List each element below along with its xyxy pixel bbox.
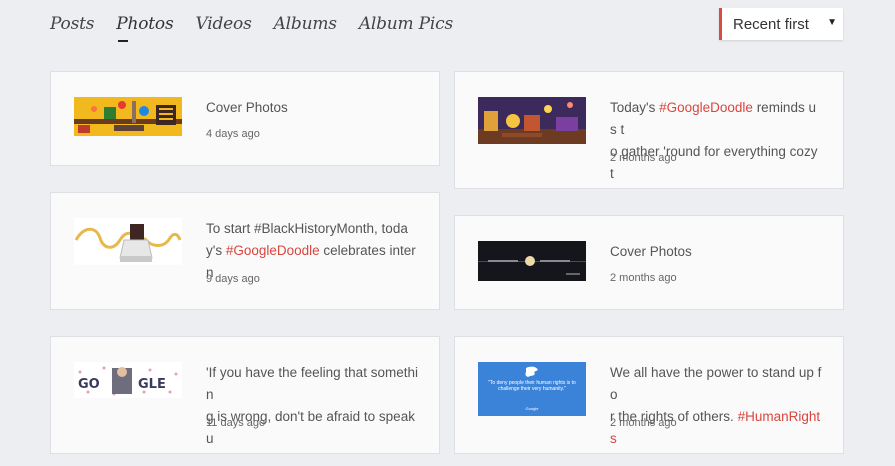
card-text: 'If you have the feeling that somethin g… (206, 362, 418, 450)
card-timestamp: 2 months ago (610, 272, 677, 284)
card-timestamp: 4 days ago (206, 128, 260, 140)
hashtag-link[interactable]: #GoogleDoodle (226, 243, 320, 258)
card-timestamp: 9 days ago (206, 273, 260, 285)
card-title: Cover Photos (206, 100, 288, 115)
card-text-line1: 'If you have the feeling that somethin (206, 365, 418, 402)
human-rights-dove-image: "To deny people their human rights is to… (478, 362, 586, 416)
doodle-ribbon-image (74, 218, 182, 265)
card-title: Cover Photos (610, 244, 692, 259)
thumb-quote: "To deny people their human rights is to… (488, 380, 576, 392)
card-text-line1: Today's #GoogleDoodle reminds us t (610, 100, 816, 137)
card-timestamp: 11 days ago (206, 417, 266, 429)
photo-card[interactable]: Cover Photos 4 days ago (50, 71, 440, 166)
photo-card[interactable]: GO GLE 'If you have the feeling that som… (50, 336, 440, 454)
doodle-cozy-room-image (478, 97, 586, 144)
text-segment: y's (206, 243, 226, 258)
thumb-brand: Google (525, 406, 539, 411)
photo-card[interactable]: Today's #GoogleDoodle reminds us t o gat… (454, 71, 844, 189)
hashtag-link[interactable]: #GoogleDoodle (659, 100, 753, 115)
card-text: Today's #GoogleDoodle reminds us t o gat… (610, 97, 822, 185)
night-cover-image (478, 241, 586, 281)
card-text-line1: To start #BlackHistoryMonth, toda (206, 221, 408, 236)
card-text: We all have the power to stand up fo r t… (610, 362, 822, 450)
doodle-workshop-image (74, 97, 182, 136)
photo-card[interactable]: "To deny people their human rights is to… (454, 336, 844, 454)
card-timestamp: 2 months ago (610, 417, 677, 429)
sort-select[interactable]: Recent first ▼ (719, 8, 843, 40)
tab-videos[interactable]: Videos (195, 14, 251, 34)
text-segment: Today's (610, 100, 660, 115)
content-tabs: Posts Photos Videos Albums Album Pics (50, 14, 475, 42)
doodle-portrait-image: GO GLE (74, 362, 182, 398)
sort-select-value: Recent first (733, 15, 809, 33)
card-timestamp: 2 months ago (610, 152, 677, 164)
card-text-line1: We all have the power to stand up fo (610, 365, 822, 402)
tab-albums[interactable]: Albums (274, 14, 337, 34)
svg-text:GLE: GLE (138, 377, 166, 392)
chevron-down-icon: ▼ (827, 17, 837, 28)
tab-photos[interactable]: Photos (116, 14, 174, 42)
tab-posts[interactable]: Posts (50, 14, 94, 34)
photo-card[interactable]: To start #BlackHistoryMonth, toda y's #G… (50, 192, 440, 310)
svg-text:GO: GO (78, 377, 100, 392)
tab-album-pics[interactable]: Album Pics (359, 14, 453, 34)
photo-card[interactable]: Cover Photos 2 months ago (454, 215, 844, 310)
